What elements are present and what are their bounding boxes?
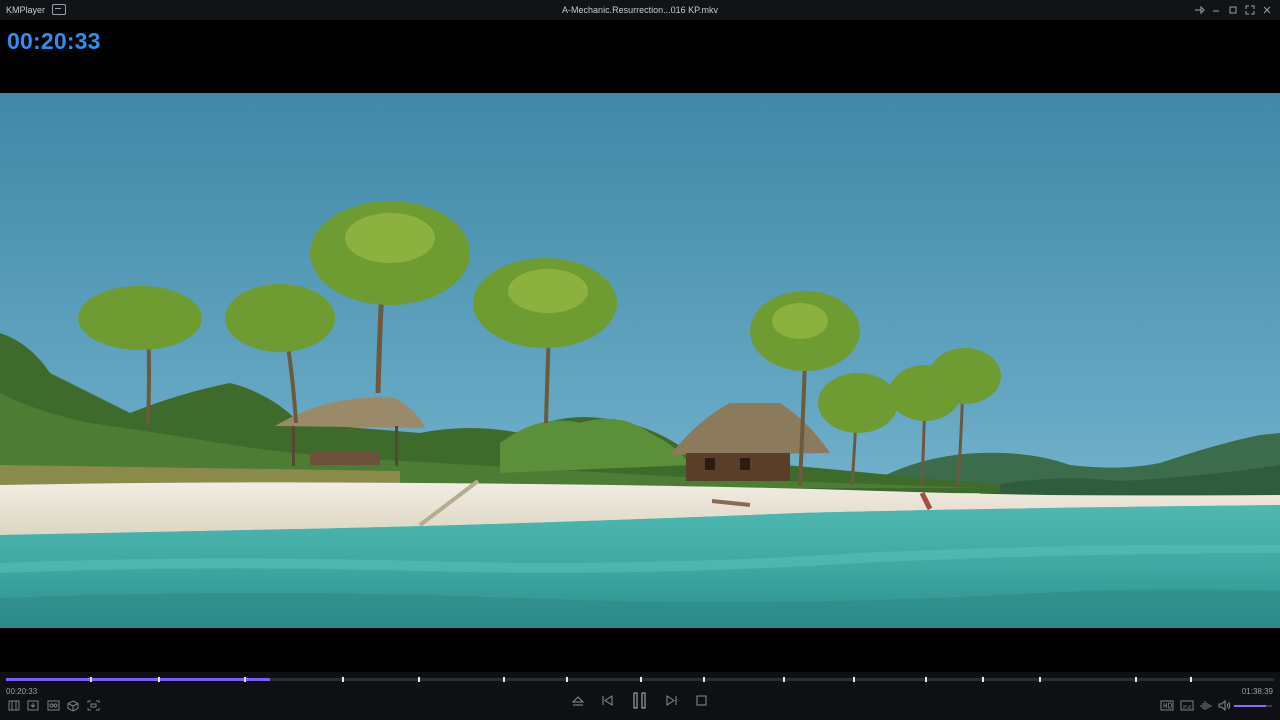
screen-ratio-icon[interactable] — [87, 700, 100, 711]
volume-level — [1234, 705, 1267, 707]
close-icon[interactable] — [1260, 3, 1274, 17]
osd-time: 00:20:33 — [7, 28, 101, 54]
elapsed-time: 00:20:33 — [6, 687, 38, 696]
chapter-tick[interactable] — [1135, 677, 1137, 682]
playlist-icon[interactable] — [8, 700, 20, 711]
subtitle-icon[interactable] — [1180, 700, 1194, 711]
chapter-tick[interactable] — [244, 677, 246, 682]
pause-icon[interactable] — [632, 692, 647, 709]
fullscreen-icon[interactable] — [1243, 3, 1257, 17]
seek-bar[interactable] — [6, 677, 1274, 682]
chapter-tick[interactable] — [158, 677, 160, 682]
hd-icon[interactable] — [1160, 700, 1174, 711]
pin-icon[interactable] — [1192, 3, 1206, 17]
chapter-tick[interactable] — [1039, 677, 1041, 682]
eject-icon[interactable] — [572, 695, 584, 707]
title-bar: KMPlayer A-Mechanic.Resurrection...016 K… — [0, 0, 1280, 20]
video-frame[interactable] — [0, 93, 1280, 628]
chapter-tick[interactable] — [640, 677, 642, 682]
maximize-icon[interactable] — [1226, 3, 1240, 17]
previous-icon[interactable] — [601, 694, 614, 707]
chapter-tick[interactable] — [1190, 677, 1192, 682]
capture-icon[interactable] — [27, 700, 39, 711]
chapter-tick[interactable] — [90, 677, 92, 682]
equalizer-icon[interactable] — [1200, 700, 1212, 711]
3d-icon[interactable] — [67, 700, 79, 712]
chapter-tick[interactable] — [925, 677, 927, 682]
control-bar: 00:20:33 01:38:39 — [0, 672, 1280, 720]
seek-progress — [6, 678, 271, 681]
volume-icon[interactable] — [1218, 700, 1231, 711]
volume-slider[interactable] — [1234, 705, 1272, 707]
total-duration: 01:38:39 — [1241, 687, 1273, 696]
chapter-tick[interactable] — [566, 677, 568, 682]
chapter-tick[interactable] — [503, 677, 505, 682]
minimize-icon[interactable] — [1209, 3, 1223, 17]
chapter-tick[interactable] — [342, 677, 344, 682]
chapter-tick[interactable] — [418, 677, 420, 682]
chapter-tick[interactable] — [982, 677, 984, 682]
vr-icon[interactable] — [47, 700, 60, 711]
stop-icon[interactable] — [696, 695, 707, 706]
chapter-tick[interactable] — [853, 677, 855, 682]
chapter-tick[interactable] — [783, 677, 785, 682]
chapter-tick[interactable] — [703, 677, 705, 682]
file-title: A-Mechanic.Resurrection...016 KP.mkv — [562, 5, 718, 15]
next-icon[interactable] — [665, 694, 678, 707]
